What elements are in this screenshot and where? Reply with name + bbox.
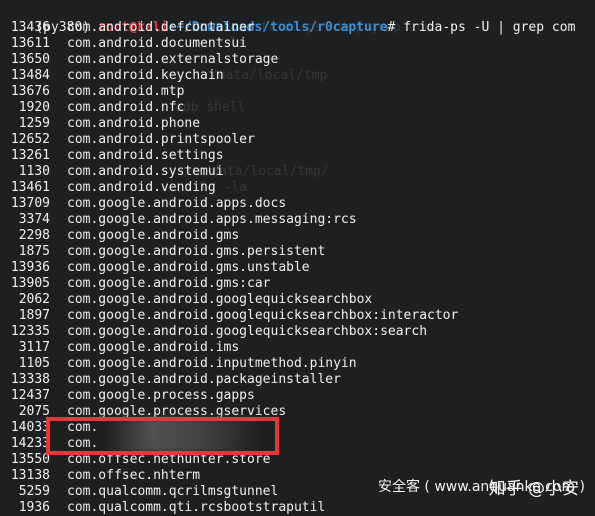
process-pid: 2298 [18,228,50,243]
process-row: 2062 com.google.android.googlequicksearch… [4,292,373,308]
process-row: 13905 com.google.android.gms:car [4,276,271,292]
process-row: 3117 com.google.android.ims [4,340,240,356]
process-row: 13261 com.android.settings [4,148,224,164]
process-pid: 13484 [10,68,50,83]
process-row: 13436 com.android.defcontainer [4,20,255,36]
process-pid: 13461 [10,180,50,195]
process-name: com.android.keychain [67,68,224,83]
process-name: com.android.documentsui [67,36,248,51]
process-row: 13611 com.android.documentsui [4,36,247,52]
process-pid: 5259 [18,484,50,499]
process-row: 1936 com.qualcomm.qti.rcsbootstraputil [4,500,326,516]
process-row: 1875 com.google.android.gms.persistent [4,244,326,260]
process-row: 3374 com.google.android.apps.messaging:rc… [4,212,357,228]
process-row: 13936 com.google.android.gms.unstable [4,260,310,276]
process-row: 13138 com.offsec.nhterm [4,468,200,484]
process-pid: 12335 [10,324,50,339]
process-row: 12437 com.google.process.gapps [4,388,255,404]
process-row: 1920 com.android.nfc [4,100,185,116]
process-pid: 13650 [10,52,50,67]
process-name: com.google.android.packageinstaller [67,372,341,387]
process-name: com.android.vending [67,180,216,195]
ghost-text: adb shell [175,100,246,115]
process-name: com.google.android.ims [67,340,240,355]
process-pid: 12437 [10,388,50,403]
process-name: com.android.settings [67,148,224,163]
terminal-window[interactable]: frida-ps -U | grep com ls /data/local/tm… [0,0,595,515]
process-row: 12335 com.google.android.googlequicksearc… [4,324,427,340]
highlight-box [46,417,279,455]
process-name: com.google.android.gms.unstable [67,260,310,275]
prompt-command: frida-ps -U | grep com [403,20,576,35]
command-prompt-line: (py380) root@kali:~/Downloads/tools/r0ca… [4,4,575,35]
process-pid: 13261 [10,148,50,163]
process-pid: 1936 [18,500,50,515]
site-watermark: 安全客 ( www.anquanke.com ) [377,479,585,495]
process-row: 13338 com.google.android.packageinstaller [4,372,341,388]
process-name: com.google.android.gms [67,228,240,243]
process-pid: 1105 [18,356,50,371]
process-name: com.android.phone [67,116,201,131]
process-pid: 12652 [10,132,50,147]
process-name: com.google.android.googlequicksearchbox:… [67,308,459,323]
process-name: com.google.android.gms:car [67,276,271,291]
process-pid: 13138 [10,468,50,483]
process-name: com.android.printspooler [67,132,255,147]
process-row: 13650 com.android.externalstorage [4,52,278,68]
process-row: 1259 com.android.phone [4,116,200,132]
process-pid: 2075 [18,404,50,419]
process-pid: 13905 [10,276,50,291]
process-pid: 13436 [10,20,50,35]
process-name: com.qualcomm.qti.rcsbootstraputil [67,500,326,515]
process-name: com.google.android.apps.messaging:rcs [67,212,357,227]
process-name: com.google.android.inputmethod.pinyin [67,356,357,371]
process-name: com.google.android.apps.docs [67,196,287,211]
process-name: com.android.mtp [67,84,185,99]
process-pid: 14233 [10,436,50,451]
process-row: 1130 com.android.systemui [4,164,224,180]
process-row: 2298 com.google.android.gms [4,228,240,244]
process-pid: 13676 [10,84,50,99]
process-pid: 1875 [18,244,50,259]
process-name: com.android.defcontainer [67,20,255,35]
process-row: 13484 com.android.keychain [4,68,224,84]
process-pid: 13338 [10,372,50,387]
process-name: com.qualcomm.qcrilmsgtunnel [67,484,279,499]
process-pid: 1259 [18,116,50,131]
process-name: com.android.externalstorage [67,52,279,67]
process-pid: 1897 [18,308,50,323]
process-row: 13709 com.google.android.apps.docs [4,196,286,212]
process-pid: 13550 [10,452,50,467]
process-pid: 1920 [18,100,50,115]
process-row: 13461 com.android.vending [4,180,216,196]
ghost-text: /data/local/tmp [210,68,328,83]
process-pid: 13936 [10,260,50,275]
process-name: com.google.android.googlequicksearchbox [67,292,373,307]
process-pid: 1130 [18,164,50,179]
process-pid: 2062 [18,292,50,307]
process-name: com.google.android.googlequicksearchbox:… [67,324,428,339]
process-name: com.google.android.gms.persistent [67,244,326,259]
process-pid: 13611 [10,36,50,51]
process-name: com.android.systemui [67,164,224,179]
process-row: 13676 com.android.mtp [4,84,185,100]
process-pid: 13709 [10,196,50,211]
process-row: 12652 com.android.printspooler [4,132,255,148]
process-row: 1105 com.google.android.inputmethod.pinyi… [4,356,357,372]
prompt-symbol: # [387,20,396,35]
process-row: 5259 com.qualcomm.qcrilmsgtunnel [4,484,279,500]
process-name: com.offsec.nhterm [67,468,201,483]
process-name: com.google.process.gapps [67,388,255,403]
process-pid: 14033 [10,420,50,435]
process-name: com.android.nfc [67,100,185,115]
process-pid: 3374 [18,212,50,227]
process-pid: 3117 [18,340,50,355]
process-row: 1897 com.google.android.googlequicksearch… [4,308,459,324]
